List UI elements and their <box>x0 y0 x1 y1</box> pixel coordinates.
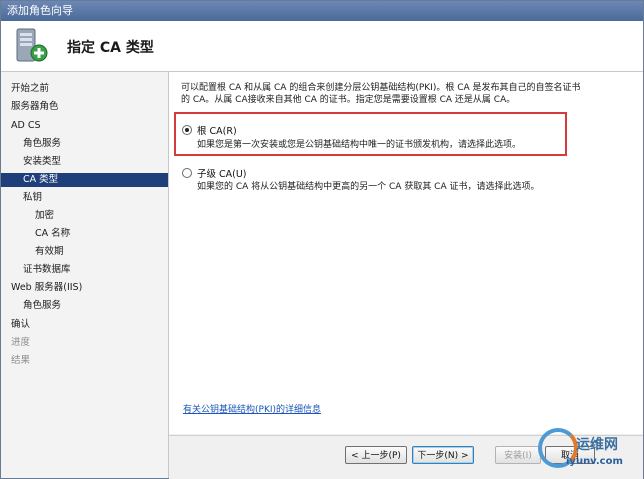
add-roles-wizard-window: 添加角色向导 指定 CA 类型 开始之前 服务器角色 AD CS 角色服务 安装… <box>0 0 644 479</box>
subordinate-ca-radio[interactable] <box>182 168 192 178</box>
nav-item-cryptography[interactable]: 加密 <box>1 209 168 223</box>
window-title: 添加角色向导 <box>1 1 643 21</box>
wizard-banner: 指定 CA 类型 <box>1 21 643 72</box>
nav-item-confirmation[interactable]: 确认 <box>1 318 168 332</box>
nav-item-server-roles[interactable]: 服务器角色 <box>1 100 168 114</box>
nav-item-ca-name[interactable]: CA 名称 <box>1 227 168 241</box>
page-title: 指定 CA 类型 <box>67 40 154 56</box>
install-button: 安装(I) <box>495 446 541 464</box>
server-wizard-icon <box>16 28 48 62</box>
nav-item-iis-role-services[interactable]: 角色服务 <box>1 299 168 313</box>
nav-item-certificate-database[interactable]: 证书数据库 <box>1 263 168 277</box>
intro-text: 可以配置根 CA 和从属 CA 的组合来创建分层公钥基础结构(PKI)。根 CA… <box>181 82 633 106</box>
nav-item-private-key[interactable]: 私钥 <box>1 191 168 205</box>
subordinate-ca-description: 如果您的 CA 将从公钥基础结构中更高的另一个 CA 获取其 CA 证书，请选择… <box>197 182 540 192</box>
main-content: 可以配置根 CA 和从属 CA 的组合来创建分层公钥基础结构(PKI)。根 CA… <box>169 72 643 434</box>
subordinate-ca-label[interactable]: 子级 CA(U) <box>197 166 247 180</box>
nav-item-ca-type[interactable]: CA 类型 <box>1 173 168 187</box>
nav-item-web-server-iis[interactable]: Web 服务器(IIS) <box>1 281 168 295</box>
intro-line-1: 可以配置根 CA 和从属 CA 的组合来创建分层公钥基础结构(PKI)。根 CA… <box>181 83 581 93</box>
watermark-title: 运维网 <box>576 437 618 453</box>
nav-item-validity-period[interactable]: 有效期 <box>1 245 168 259</box>
pki-more-info-link[interactable]: 有关公钥基础结构(PKI)的详细信息 <box>183 402 321 415</box>
intro-line-2: 的 CA。从属 CA接收来自其他 CA 的证书。指定您是需要设置根 CA 还是从… <box>181 95 516 105</box>
root-ca-radio[interactable] <box>182 125 192 135</box>
watermark-url: iyunv.com <box>566 456 623 467</box>
nav-item-before-you-begin[interactable]: 开始之前 <box>1 82 168 96</box>
watermark-logo: 运维网 iyunv.com <box>536 426 642 478</box>
root-ca-label[interactable]: 根 CA(R) <box>197 123 237 137</box>
back-button[interactable]: < 上一步(P) <box>345 446 407 464</box>
nav-item-results: 结果 <box>11 355 31 366</box>
root-ca-description: 如果您是第一次安装或您是公钥基础结构中唯一的证书颁发机构，请选择此选项。 <box>197 140 522 150</box>
nav-item-setup-type[interactable]: 安装类型 <box>1 155 168 169</box>
wizard-steps-sidebar: 开始之前 服务器角色 AD CS 角色服务 安装类型 CA 类型 私钥 加密 C… <box>1 72 169 478</box>
next-button[interactable]: 下一步(N) > <box>412 446 474 464</box>
nav-item-role-services[interactable]: 角色服务 <box>1 137 168 151</box>
nav-item-progress: 进度 <box>11 337 31 348</box>
nav-item-ad-cs[interactable]: AD CS <box>1 119 168 133</box>
